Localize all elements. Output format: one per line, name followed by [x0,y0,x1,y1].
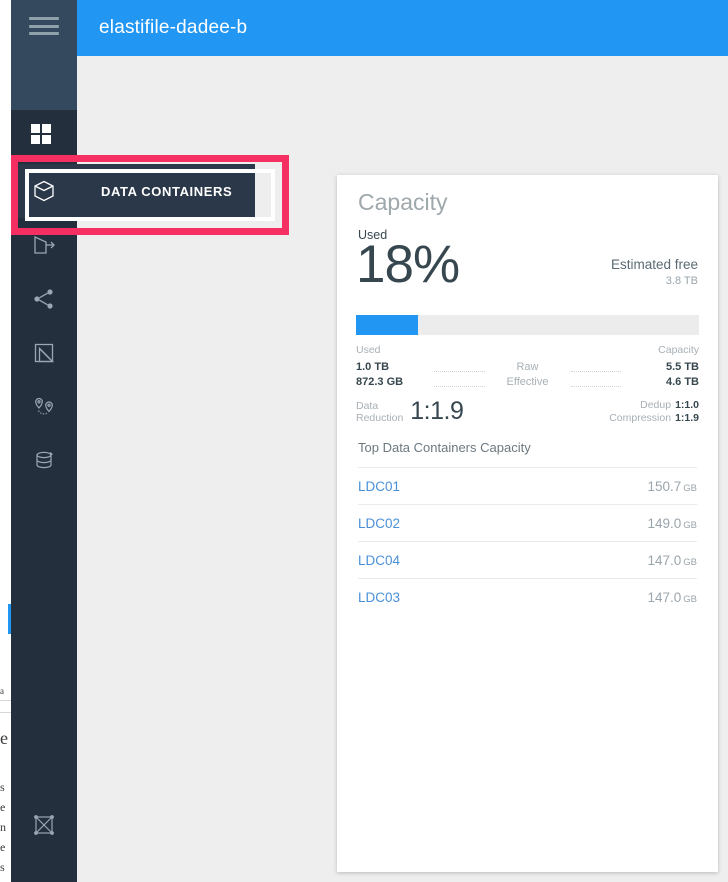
top-containers-title: Top Data Containers Capacity [358,440,531,455]
flyout-label-text: DATA CONTAINERS [101,183,233,199]
sidebar: DATA CONTAINERS [11,0,255,882]
top-header: elastifile-dadee-b [77,0,728,56]
share-icon [31,286,57,312]
background-text-fragment: e [0,800,6,814]
metric-row: 1.0 TB Raw 5.5 TB [356,360,699,374]
background-text-fragment: s [0,860,5,874]
dedup-label: Dedup [640,398,672,411]
metrics-header-row: Used Capacity [356,344,699,356]
background-text-fragment: e [0,840,6,854]
capacity-card-title: Capacity [358,189,448,215]
snapshot-icon [31,340,57,366]
sidebar-nav: DATA CONTAINERS [11,110,255,488]
data-container-capacity: 147.0 GB [647,552,697,568]
export-icon [31,232,57,258]
data-container-row: LDC02 149.0 GB [358,504,697,541]
used-percent-value: 18% [356,235,460,294]
data-reduction-label-line2: Reduction [356,411,404,424]
sidebar-item-collapse[interactable] [11,798,77,852]
data-containers-flyout-label[interactable]: DATA CONTAINERS [77,164,255,218]
data-reduction-right: Dedup 1:1.0 Compression 1:1.9 [609,399,699,425]
metric-right-value: 5.5 TB [665,361,699,373]
collapse-icon [31,812,57,838]
application-window: DATA CONTAINERS elastifile-dadee-b Capac… [11,0,728,882]
data-container-capacity: 147.0 GB [647,589,697,605]
data-container-row: LDC01 150.7 GB [358,467,697,504]
leader-dots [434,363,485,372]
data-container-link[interactable]: LDC04 [358,553,400,568]
grid-icon [31,124,57,150]
background-text-fragment: n [0,820,6,834]
capacity-metrics: Used Capacity 1.0 TB Raw 5.5 TB 872.3 GB Eff… [356,344,699,389]
background-text-fragment: s [0,780,5,794]
sidebar-item-exports[interactable] [11,218,77,272]
sidebar-item-data-containers[interactable]: DATA CONTAINERS [11,164,255,218]
sidebar-item-storage[interactable] [11,434,77,488]
estimated-free-value: 3.8 TB [665,275,698,287]
metrics-capacity-header: Capacity [658,344,699,356]
sidebar-item-replication[interactable] [11,380,77,434]
leader-dots [434,378,485,387]
top-containers-list: LDC01 150.7 GB LDC02 149.0 GB LDC04 147.0 GB LDC0… [358,467,697,615]
data-container-capacity: 150.7 GB [647,478,697,494]
data-container-row: LDC03 147.0 GB [358,578,697,615]
data-container-link[interactable]: LDC02 [358,516,400,531]
capacity-progress-track [356,315,699,335]
data-reduction-value: 1:1.9 [410,397,464,425]
estimated-free: Estimated free 3.8 TB [611,257,698,287]
dedup-value: 1:1.0 [675,398,699,411]
data-reduction-label: Data Reduction [356,400,403,424]
dedup-row: Dedup 1:1.0 [609,399,699,412]
sidebar-item-snapshots[interactable] [11,326,77,380]
sidebar-header [11,0,77,110]
metric-left-value: 1.0 TB [356,361,390,373]
capacity-card: Capacity Used 18% Estimated free 3.8 TB … [337,175,718,872]
metric-left-value: 872.3 GB [356,376,404,388]
location-pins-icon [31,394,57,420]
leader-dots [570,378,621,387]
background-text-fragment: e [0,728,8,748]
metrics-used-header: Used [356,344,381,356]
database-icon [31,448,57,474]
compression-row: Compression 1:1.9 [609,412,699,425]
active-accent-bar [11,164,15,218]
cube-icon [31,178,57,204]
compression-label: Compression [609,411,672,424]
background-text-fragment: a [0,686,4,696]
capacity-progress-fill [356,315,418,335]
estimated-free-label: Estimated free [610,257,698,272]
data-container-link[interactable]: LDC01 [358,479,400,494]
data-container-link[interactable]: LDC03 [358,590,400,605]
metric-middle-label: Raw [516,361,539,373]
background-text-fragment: n [0,878,6,882]
metric-row: 872.3 GB Effective 4.6 TB [356,375,699,389]
compression-value: 1:1.9 [675,411,699,424]
data-reduction-row: Data Reduction 1:1.9 Dedup 1:1.0 Compress… [356,397,699,426]
data-container-row: LDC04 147.0 GB [358,541,697,578]
hamburger-icon[interactable] [29,14,59,38]
sidebar-item-dashboard[interactable] [11,110,77,164]
data-reduction-left: Data Reduction 1:1.9 [356,397,464,426]
sidebar-item-shares[interactable] [11,272,77,326]
metric-middle-label: Effective [506,376,549,388]
data-container-capacity: 149.0 GB [647,515,697,531]
metric-right-value: 4.6 TB [665,376,699,388]
page-title: elastifile-dadee-b [99,17,248,38]
leader-dots [570,363,621,372]
data-reduction-label-line1: Data [356,399,379,412]
